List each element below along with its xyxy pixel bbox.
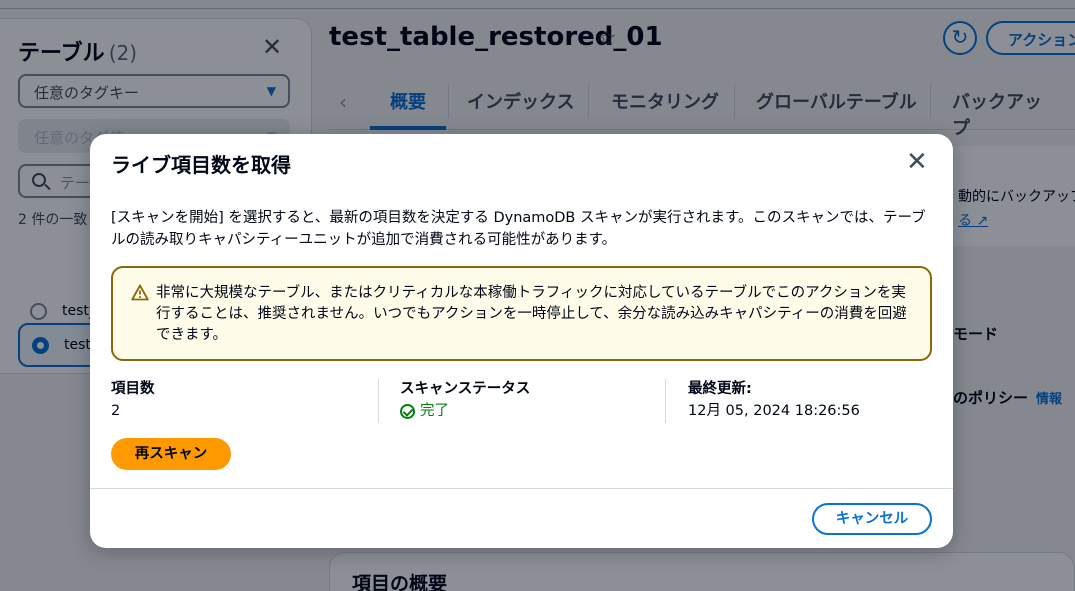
scan-status-section: スキャンステータス 完了: [378, 379, 665, 423]
close-icon[interactable]: ✕: [906, 149, 928, 175]
scan-status-value: 完了: [400, 400, 665, 422]
modal-footer-divider: [90, 488, 953, 489]
modal-title: ライブ項目数を取得: [111, 153, 291, 177]
last-updated-value: 12月 05, 2024 18:26:56: [688, 403, 860, 419]
item-count-label: 項目数: [111, 381, 155, 397]
modal-description: [スキャンを開始] を選択すると、最新の項目数を決定する DynamoDB スキ…: [111, 210, 926, 248]
last-updated-label: 最終更新:: [688, 381, 752, 397]
last-updated-section: 最終更新: 12月 05, 2024 18:26:56: [665, 379, 931, 423]
item-count-value: 2: [111, 403, 121, 419]
live-item-count-modal: ライブ項目数を取得 ✕ [スキャンを開始] を選択すると、最新の項目数を決定する…: [90, 134, 953, 548]
cancel-button[interactable]: キャンセル: [812, 503, 932, 535]
rescan-button[interactable]: 再スキャン: [111, 438, 231, 470]
warning-icon: [131, 284, 149, 301]
scan-status-label: スキャンステータス: [400, 381, 531, 397]
success-check-icon: [400, 403, 415, 419]
scan-status-text: 完了: [420, 403, 449, 419]
warning-text: 非常に大規模なテーブル、またはクリティカルな本稼働トラフィックに対応しているテー…: [156, 285, 907, 343]
item-count-section: 項目数 2: [111, 379, 377, 423]
warning-alert: 非常に大規模なテーブル、またはクリティカルな本稼働トラフィックに対応しているテー…: [111, 266, 932, 361]
